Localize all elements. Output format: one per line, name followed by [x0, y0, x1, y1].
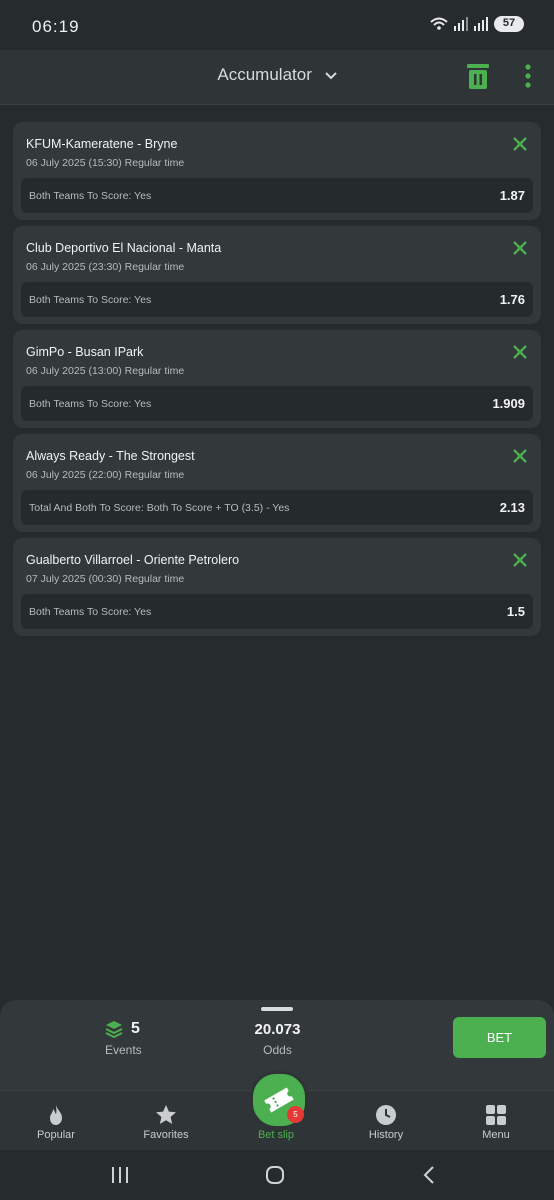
match-date: 06 July 2025 (22:00) Regular time [26, 469, 185, 481]
pick-row: Total And Both To Score: Both To Score +… [21, 490, 533, 525]
match-name: Always Ready - The Strongest [26, 449, 195, 463]
star-icon [156, 1105, 176, 1124]
match-name: GimPo - Busan IPark [26, 345, 144, 359]
tab-favorites[interactable]: Favorites [111, 1091, 221, 1151]
bet-card: Always Ready - The Strongest 06 July 202… [13, 434, 541, 532]
layers-icon [105, 1021, 123, 1038]
pick-row: Both Teams To Score: Yes 1.87 [21, 178, 533, 213]
grid-icon [486, 1105, 506, 1125]
home-icon[interactable] [265, 1165, 285, 1185]
pick-odds: 1.5 [506, 604, 525, 619]
pick-label: Both Teams To Score: Yes [29, 190, 152, 202]
battery-level: 57 [502, 17, 516, 29]
tab-label: Menu [482, 1129, 510, 1141]
bet-card: KFUM-Kameratene - Bryne 06 July 2025 (15… [13, 122, 541, 220]
pick-label: Both Teams To Score: Yes [29, 398, 152, 410]
bet-card: Club Deportivo El Nacional - Manta 06 Ju… [13, 226, 541, 324]
events-count-value: 5 [131, 1020, 140, 1037]
system-icons: 57 [430, 16, 524, 32]
bet-count-badge: 5 [287, 1106, 304, 1123]
more-options-icon[interactable] [520, 62, 536, 90]
match-name: Gualberto Villarroel - Oriente Petrolero [26, 553, 240, 567]
events-label: Events [105, 1043, 142, 1057]
close-icon[interactable] [512, 240, 528, 256]
tab-menu[interactable]: Menu [441, 1091, 551, 1151]
match-date: 07 July 2025 (00:30) Regular time [26, 573, 185, 585]
clock-icon [376, 1105, 396, 1125]
pick-odds: 1.76 [499, 292, 525, 307]
bet-button[interactable]: BET [453, 1017, 546, 1058]
match-name: Club Deportivo El Nacional - Manta [26, 241, 222, 255]
tab-label: History [368, 1129, 404, 1141]
close-icon[interactable] [512, 552, 528, 568]
close-icon[interactable] [512, 136, 528, 152]
pick-row: Both Teams To Score: Yes 1.5 [21, 594, 533, 629]
status-time: 06:19 [32, 17, 80, 36]
close-icon[interactable] [512, 448, 528, 464]
pick-label: Both Teams To Score: Yes [29, 294, 152, 306]
signal-icon-2 [474, 17, 488, 31]
wifi-icon [430, 17, 448, 30]
battery-icon: 57 [494, 16, 524, 32]
bet-card: Gualberto Villarroel - Oriente Petrolero… [13, 538, 541, 636]
pick-odds: 2.13 [499, 500, 525, 515]
tab-history[interactable]: History [331, 1091, 441, 1151]
match-date: 06 July 2025 (13:00) Regular time [26, 365, 185, 377]
recent-apps-icon[interactable] [110, 1165, 130, 1185]
tab-label: Favorites [143, 1129, 189, 1141]
pick-row: Both Teams To Score: Yes 1.909 [21, 386, 533, 421]
close-icon[interactable] [512, 344, 528, 360]
app-bar: Accumulator [0, 50, 554, 105]
total-odds-label: Odds [263, 1043, 292, 1057]
events-count: 5 [105, 1020, 140, 1038]
fire-icon [50, 1105, 62, 1125]
total-odds-value: 20.073 [254, 1021, 301, 1038]
bet-card: GimPo - Busan IPark 06 July 2025 (13:00)… [13, 330, 541, 428]
match-date: 06 July 2025 (23:30) Regular time [26, 261, 185, 273]
pick-odds: 1.87 [499, 188, 525, 203]
back-icon[interactable] [420, 1165, 440, 1185]
tab-popular[interactable]: Popular [1, 1091, 111, 1151]
chevron-down-icon [324, 71, 337, 79]
signal-icon [454, 17, 468, 31]
trash-icon[interactable] [466, 62, 490, 90]
pick-label: Both Teams To Score: Yes [29, 606, 152, 618]
drag-handle[interactable] [261, 1007, 293, 1011]
status-bar: 06:19 57 [0, 0, 554, 50]
tab-label: Popular [37, 1129, 75, 1141]
page-title: Accumulator [217, 65, 312, 84]
pick-odds: 1.909 [492, 396, 525, 411]
pick-row: Both Teams To Score: Yes 1.76 [21, 282, 533, 317]
match-name: KFUM-Kameratene - Bryne [26, 137, 178, 151]
system-nav-bar [0, 1150, 554, 1200]
pick-label: Total And Both To Score: Both To Score +… [29, 502, 290, 514]
match-date: 06 July 2025 (15:30) Regular time [26, 157, 185, 169]
tab-label: Bet slip [257, 1129, 295, 1141]
